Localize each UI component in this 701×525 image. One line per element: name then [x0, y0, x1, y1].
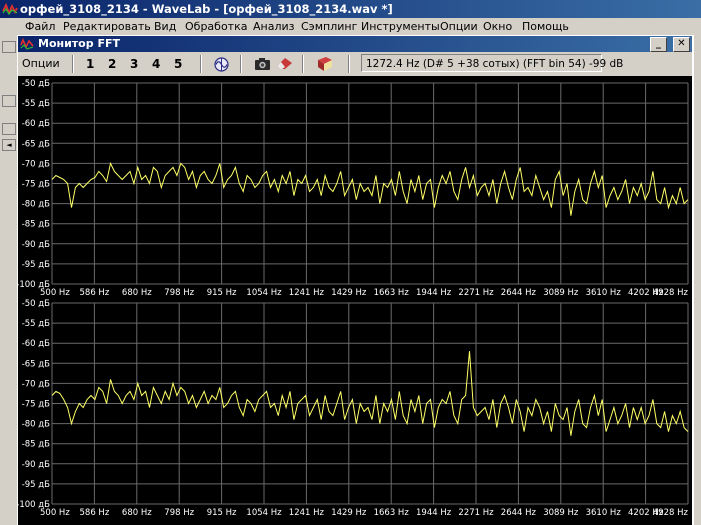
x-tick-label: 2271 Hz	[458, 508, 494, 518]
menu-item-process[interactable]: Обработка	[185, 20, 247, 33]
fft-window-title: Монитор FFT	[38, 37, 120, 50]
y-tick-label: -75 дБ	[22, 400, 50, 410]
x-tick-label: 1944 Hz	[416, 288, 452, 298]
fft-spectrum-chart: -50 дБ -55 дБ -60 дБ -65 дБ -70 дБ -75 дБ -80 …	[18, 76, 692, 525]
strip-button[interactable]	[2, 95, 16, 107]
channel-1-button[interactable]: 1	[86, 56, 94, 72]
toolbar-separator	[302, 55, 304, 73]
y-tick-label: -60 дБ	[22, 339, 50, 349]
menu-item-view[interactable]: Вид	[154, 20, 176, 33]
book-icon[interactable]	[316, 56, 334, 72]
y-tick-label: -80 дБ	[22, 420, 50, 430]
menu-item-sampling[interactable]: Сэмплинг	[301, 20, 357, 33]
strip-button[interactable]	[2, 123, 16, 135]
fft-toolbar: Опции 1 2 3 4 5 1272.4 Hz (D# 5 +38 соты…	[18, 52, 692, 76]
x-tick-label: 586 Hz	[80, 508, 110, 518]
y-tick-label: -55 дБ	[22, 319, 50, 329]
channel-4-button[interactable]: 4	[152, 56, 160, 72]
menu-item-window[interactable]: Окно	[483, 20, 512, 33]
x-tick-label: 1241 Hz	[289, 288, 325, 298]
right-panel-strip	[693, 35, 701, 525]
y-tick-label: -50 дБ	[22, 299, 50, 309]
y-tick-label: -55 дБ	[22, 99, 50, 109]
x-tick-label: 500 Hz	[40, 508, 70, 518]
y-tick-label: -90 дБ	[22, 460, 50, 470]
menu-item-help[interactable]: Помощь	[522, 20, 569, 33]
toolbar-separator	[240, 55, 242, 73]
wavelab-app-icon	[2, 2, 18, 16]
x-tick-label: 1054 Hz	[246, 508, 282, 518]
y-tick-label: -60 дБ	[22, 119, 50, 129]
x-tick-label: 798 Hz	[164, 508, 194, 518]
fft-window-icon	[20, 37, 34, 51]
app-title-text: орфей_3108_2134 - WaveLab - [орфей_3108_…	[20, 2, 393, 16]
menu-item-file[interactable]: Файл	[25, 20, 55, 33]
y-tick-label: -95 дБ	[22, 260, 50, 270]
y-tick-label: -70 дБ	[22, 159, 50, 169]
x-tick-label: 2644 Hz	[501, 288, 537, 298]
options-menu-button[interactable]: Опции	[22, 56, 60, 72]
x-tick-label: 3089 Hz	[543, 288, 579, 298]
y-tick-label: -90 дБ	[22, 240, 50, 250]
toolbar-separator	[72, 55, 74, 73]
x-tick-label: 1663 Hz	[374, 288, 410, 298]
x-tick-label: 2271 Hz	[458, 288, 494, 298]
toolbar-separator	[348, 55, 350, 73]
x-tick-label: 4928 Hz	[653, 508, 689, 518]
menu-bar: Файл Редактировать Вид Обработка Анализ …	[0, 18, 701, 35]
x-tick-label: 915 Hz	[207, 288, 237, 298]
camera-icon[interactable]	[254, 57, 271, 71]
x-tick-label: 798 Hz	[164, 288, 194, 298]
y-tick-label: -75 дБ	[22, 180, 50, 190]
menu-item-options[interactable]: Опции	[440, 20, 478, 33]
menu-item-edit[interactable]: Редактировать	[63, 20, 151, 33]
y-tick-label: -85 дБ	[22, 220, 50, 230]
x-tick-label: 1429 Hz	[331, 288, 367, 298]
channel-2-button[interactable]: 2	[108, 56, 116, 72]
x-tick-label: 1429 Hz	[331, 508, 367, 518]
x-tick-label: 4928 Hz	[653, 288, 689, 298]
y-tick-label: -95 дБ	[22, 480, 50, 490]
x-tick-label: 1663 Hz	[374, 508, 410, 518]
left-panel-strip: ◄	[0, 35, 18, 525]
fft-window-title-bar[interactable]: Монитор FFT	[18, 36, 692, 52]
x-tick-label: 1241 Hz	[289, 508, 325, 518]
eraser-icon[interactable]	[276, 57, 293, 71]
x-tick-label: 1054 Hz	[246, 288, 282, 298]
app-title-bar: орфей_3108_2134 - WaveLab - [орфей_3108_…	[0, 0, 701, 18]
strip-button[interactable]	[2, 41, 16, 53]
x-tick-label: 2644 Hz	[501, 508, 537, 518]
cursor-readout: 1272.4 Hz (D# 5 +38 сотых) (FFT bin 54) …	[361, 54, 623, 72]
toolbar-separator	[200, 55, 202, 73]
x-tick-label: 586 Hz	[80, 288, 110, 298]
y-tick-label: -65 дБ	[22, 359, 50, 369]
channel-3-button[interactable]: 3	[130, 56, 138, 72]
x-tick-label: 3610 Hz	[586, 508, 622, 518]
y-tick-label: -70 дБ	[22, 379, 50, 389]
x-tick-label: 915 Hz	[207, 508, 237, 518]
minimize-button[interactable]: _	[650, 37, 667, 52]
x-tick-label: 3089 Hz	[543, 508, 579, 518]
freeze-wave-icon[interactable]	[213, 56, 230, 73]
x-tick-label: 680 Hz	[122, 508, 152, 518]
close-button[interactable]: ✕	[673, 37, 690, 52]
x-tick-label: 680 Hz	[122, 288, 152, 298]
x-tick-label: 3610 Hz	[586, 288, 622, 298]
x-tick-label: 500 Hz	[40, 288, 70, 298]
arrow-left-icon[interactable]: ◄	[2, 139, 16, 151]
y-tick-label: -85 дБ	[22, 440, 50, 450]
menu-item-tools[interactable]: Инструменты	[361, 20, 440, 33]
menu-item-analysis[interactable]: Анализ	[253, 20, 295, 33]
y-tick-label: -65 дБ	[22, 139, 50, 149]
y-tick-label: -50 дБ	[22, 79, 50, 89]
x-tick-label: 1944 Hz	[416, 508, 452, 518]
y-tick-label: -80 дБ	[22, 200, 50, 210]
channel-5-button[interactable]: 5	[174, 56, 182, 72]
